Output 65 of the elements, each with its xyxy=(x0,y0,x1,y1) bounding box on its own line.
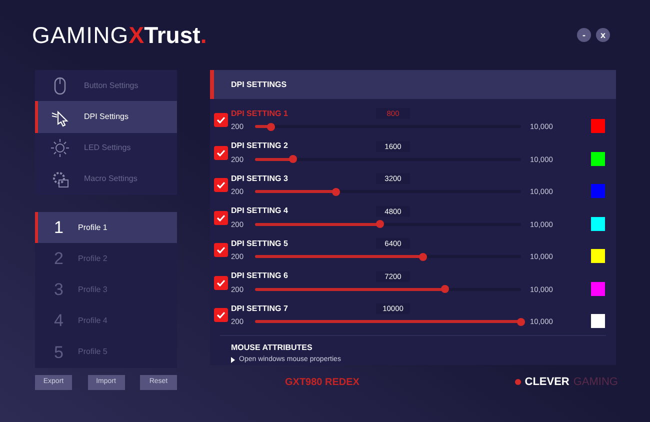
slider-thumb[interactable] xyxy=(419,252,428,261)
setting-name[interactable]: DPI SETTING 2 xyxy=(231,140,376,152)
slider-track[interactable] xyxy=(255,190,521,194)
profile-number: 2 xyxy=(54,248,64,270)
slider-track[interactable] xyxy=(255,255,521,258)
color-swatch[interactable] xyxy=(591,184,605,198)
slider-track[interactable] xyxy=(255,288,521,291)
setting-name[interactable]: DPI SETTING 7 xyxy=(231,302,376,315)
profile-number: 4 xyxy=(54,310,64,332)
checkbox[interactable] xyxy=(214,113,228,128)
menu-item[interactable]: DPI Settings xyxy=(35,101,177,132)
logo-text: Trust xyxy=(144,24,200,46)
brand-text: CLEVER xyxy=(524,374,570,390)
checkmark-icon xyxy=(216,212,226,223)
slider-thumb[interactable] xyxy=(332,188,340,196)
dot-icon xyxy=(514,379,521,385)
slider-thumb[interactable] xyxy=(440,285,449,294)
checkbox[interactable] xyxy=(214,178,228,192)
color-swatch[interactable] xyxy=(591,282,605,296)
close-button[interactable]: x xyxy=(596,28,610,42)
profile-label: Profile 4 xyxy=(78,315,108,328)
slider-track[interactable] xyxy=(255,222,521,226)
section-title: MOUSE ATTRIBUTES xyxy=(231,342,314,354)
color-swatch[interactable] xyxy=(591,249,605,264)
profile-number: 1 xyxy=(54,216,64,239)
checkmark-icon xyxy=(216,180,226,190)
profile-label: Profile 3 xyxy=(78,284,108,296)
profile-item[interactable]: 1 Profile 1 xyxy=(35,212,177,244)
slider-thumb[interactable] xyxy=(289,155,298,164)
profile-label: Profile 1 xyxy=(78,222,108,234)
slider-thumb[interactable] xyxy=(517,318,525,326)
slider-thumb[interactable] xyxy=(267,122,276,131)
color-swatch[interactable] xyxy=(591,152,605,166)
setting-name[interactable]: DPI SETTING 5 xyxy=(231,238,376,250)
color-swatch[interactable] xyxy=(591,314,605,328)
checkmark-icon xyxy=(216,278,226,288)
setting-name[interactable]: DPI SETTING 3 xyxy=(231,172,376,185)
profile-number: 5 xyxy=(54,342,64,364)
model-name: GXT980 REDEX xyxy=(285,376,360,390)
logo-dot: . xyxy=(200,24,207,46)
checkmark-icon xyxy=(216,245,226,256)
checkmark-icon xyxy=(216,115,226,126)
color-swatch[interactable] xyxy=(591,216,605,231)
profile-label: Profile 2 xyxy=(78,252,108,265)
panel-title: DPI SETTINGS xyxy=(231,78,287,90)
setting-name[interactable]: DPI SETTING 6 xyxy=(231,270,376,282)
brand-text: GAMING xyxy=(573,374,618,390)
checkbox[interactable] xyxy=(214,146,228,160)
logo-mark: X xyxy=(128,24,144,46)
checkbox[interactable] xyxy=(214,210,228,225)
setting-name[interactable]: DPI SETTING 4 xyxy=(231,205,376,218)
profile-number: 3 xyxy=(54,279,64,302)
minimize-button[interactable]: - xyxy=(577,28,591,42)
checkmark-icon xyxy=(216,148,226,158)
checkbox[interactable] xyxy=(214,276,228,290)
checkbox[interactable] xyxy=(214,308,228,322)
triangle-icon xyxy=(231,356,235,363)
color-swatch[interactable] xyxy=(591,119,605,134)
checkbox[interactable] xyxy=(214,243,228,258)
slider-thumb[interactable] xyxy=(376,220,384,228)
checkmark-icon xyxy=(216,310,226,320)
logo-text: GAMING xyxy=(32,24,129,46)
profile-label: Profile 5 xyxy=(78,346,108,358)
gear-icon xyxy=(50,169,70,190)
sun-icon xyxy=(50,138,70,158)
